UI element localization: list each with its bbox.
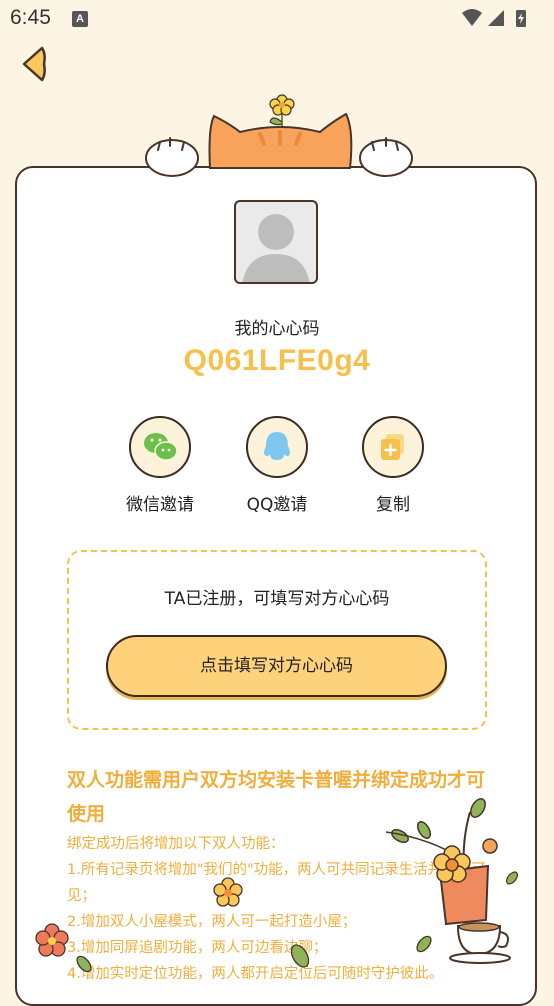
feature-item-1: 1.所有记录页将增加"我们的"功能，两人可共同记录生活并互相可见； bbox=[67, 862, 486, 904]
notification-icon: A bbox=[72, 11, 88, 27]
copy-label: 复制 bbox=[376, 495, 410, 515]
wifi-icon bbox=[462, 9, 482, 26]
feature-item-3: 3.增加同屏追剧功能，两人可边看边聊； bbox=[67, 940, 328, 956]
back-arrow-icon bbox=[22, 46, 46, 82]
status-time: 6:45 bbox=[10, 6, 51, 29]
fill-partner-code-button[interactable]: 点击填写对方心心码 bbox=[106, 635, 447, 697]
qq-invite-label: QQ邀请 bbox=[246, 495, 308, 515]
wechat-icon bbox=[144, 433, 178, 461]
feature-intro: 绑定成功后将增加以下双人功能： bbox=[67, 836, 285, 852]
signal-icon bbox=[488, 10, 504, 26]
cat-illustration bbox=[145, 94, 413, 177]
feature-item-2: 2.增加双人小屋模式，两人可一起打造小屋； bbox=[67, 914, 357, 930]
feature-title: 双人功能需用户双方均安装卡普喔并绑定成功才可使用 bbox=[67, 769, 486, 825]
code-value: Q061LFE0g4 bbox=[183, 344, 371, 377]
status-icons bbox=[462, 9, 526, 27]
qq-icon bbox=[264, 432, 290, 460]
wechat-invite-label: 微信邀请 bbox=[126, 495, 194, 515]
back-button[interactable] bbox=[18, 44, 52, 84]
invite-hint: TA已注册，可填写对方心心码 bbox=[164, 589, 390, 609]
code-label: 我的心心码 bbox=[234, 319, 320, 339]
feature-item-4: 4.增加实时定位功能，两人都开启定位后可随时守护彼此。 bbox=[67, 966, 444, 982]
default-avatar-icon bbox=[242, 214, 310, 282]
avatar[interactable] bbox=[234, 200, 318, 284]
copy-icon bbox=[381, 434, 404, 460]
wechat-invite-button[interactable] bbox=[129, 416, 191, 478]
copy-button[interactable] bbox=[362, 416, 424, 478]
qq-invite-button[interactable] bbox=[246, 416, 308, 478]
